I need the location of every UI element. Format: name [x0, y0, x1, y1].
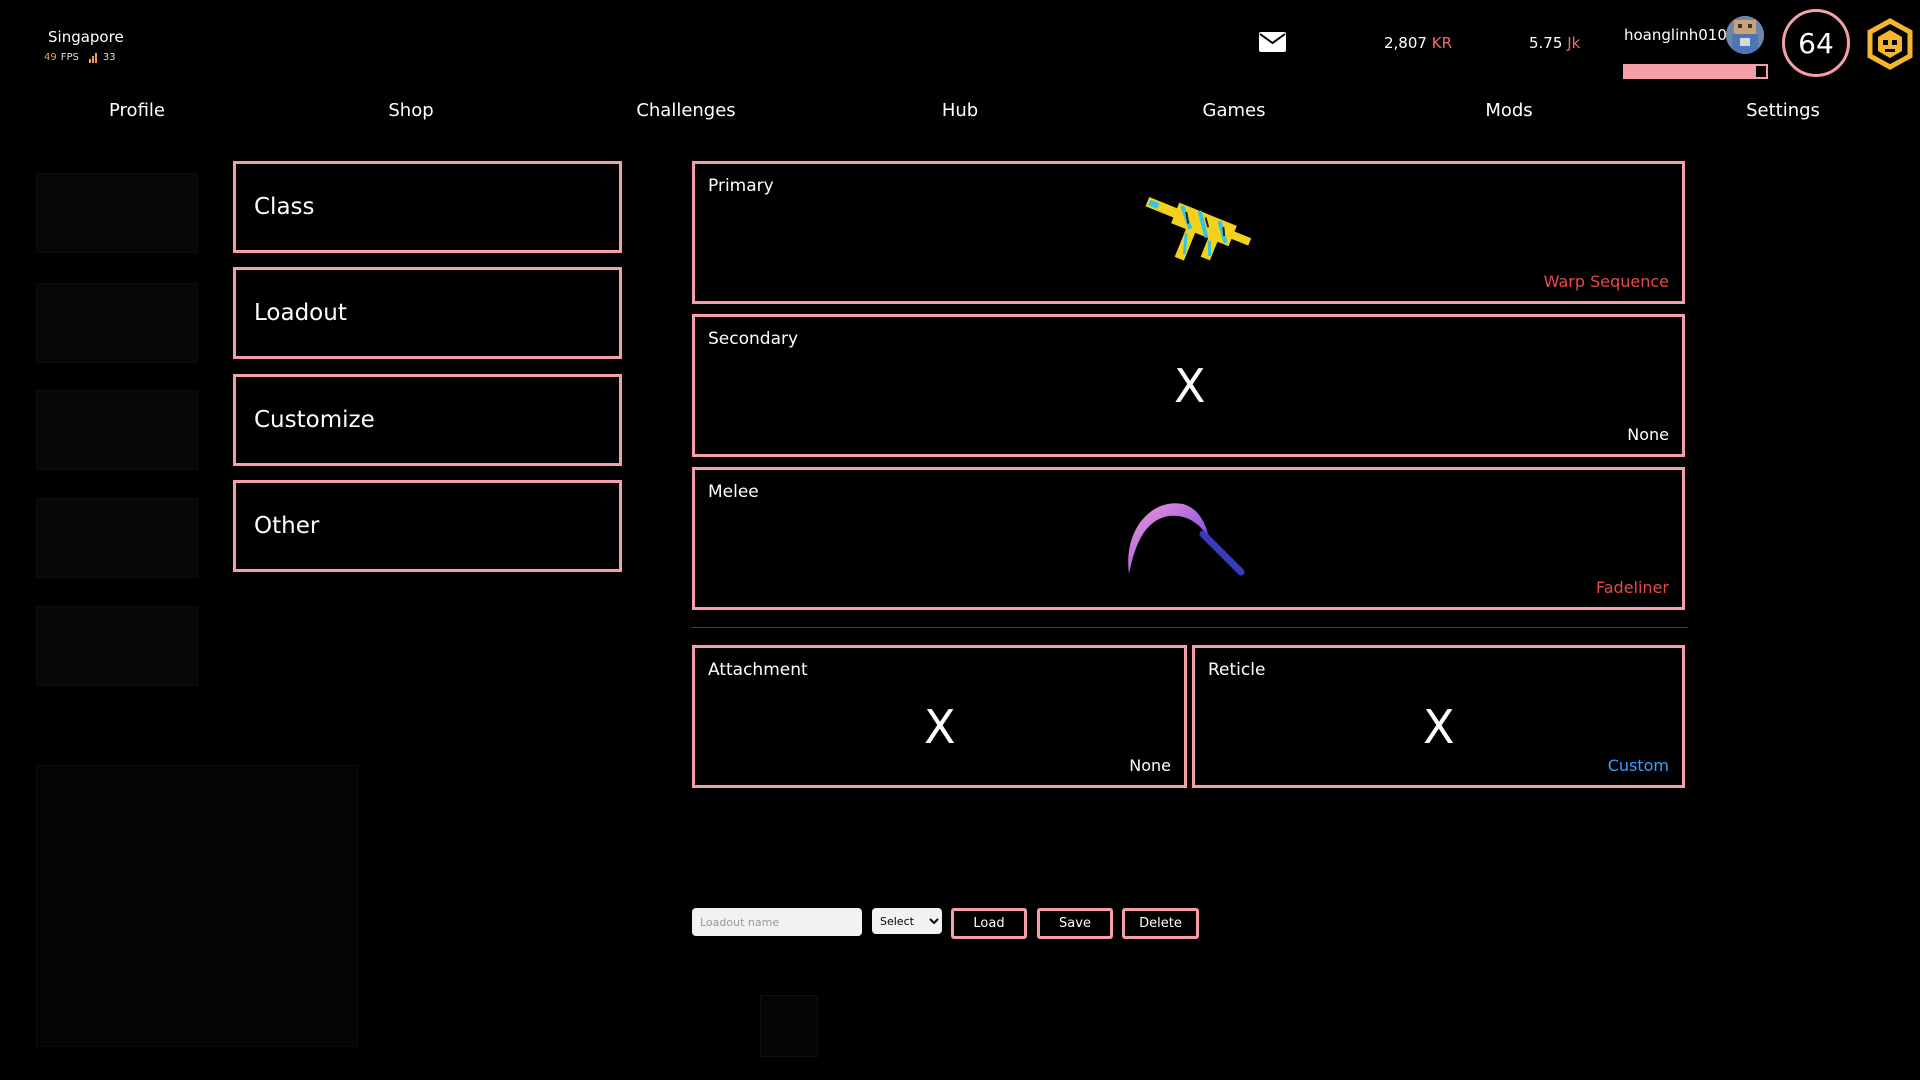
username[interactable]: hoanglinh0109: [1624, 26, 1736, 44]
menu-other[interactable]: Other: [233, 480, 622, 572]
slot-melee-item: Fadeliner: [1596, 578, 1669, 597]
gun-icon: [1145, 196, 1252, 261]
avatar[interactable]: [1726, 16, 1764, 54]
nav-shop[interactable]: Shop: [388, 100, 433, 121]
bg-panel-servers: [36, 283, 198, 363]
slot-attachment[interactable]: Attachment X None: [692, 645, 1187, 788]
slot-reticle-label: Reticle: [1208, 660, 1266, 680]
load-button[interactable]: Load: [951, 908, 1027, 939]
signal-icon: [88, 52, 97, 63]
empty-slot-icon: X: [924, 700, 956, 754]
loadout-name-input[interactable]: [692, 908, 862, 936]
xp-progress-fill: [1625, 66, 1757, 77]
jk-balance: 5.75 Jk: [1529, 34, 1580, 52]
slot-secondary[interactable]: Secondary X None: [692, 314, 1685, 457]
nav-hub[interactable]: Hub: [942, 100, 978, 121]
fps-readout: 49 FPS 33: [44, 52, 116, 63]
bg-panel-join: [36, 606, 198, 686]
kr-unit: KR: [1431, 34, 1452, 52]
xp-progress-bar: [1623, 64, 1768, 79]
bg-chat-panel: [36, 765, 358, 1047]
ping-value: 33: [102, 52, 116, 63]
slot-attachment-label: Attachment: [708, 660, 808, 680]
nav-settings[interactable]: Settings: [1746, 100, 1820, 121]
loadout-select[interactable]: Select: [872, 908, 942, 934]
nav-profile[interactable]: Profile: [109, 100, 165, 121]
mail-icon[interactable]: [1259, 32, 1286, 52]
slot-primary-label: Primary: [708, 176, 774, 196]
kr-balance: 2,807 KR: [1384, 34, 1452, 52]
slot-secondary-item: None: [1627, 425, 1669, 444]
fps-value: 49: [44, 52, 57, 63]
empty-slot-icon: X: [1423, 700, 1455, 754]
scythe-icon: [1128, 503, 1245, 576]
menu-loadout[interactable]: Loadout: [233, 267, 622, 359]
save-button[interactable]: Save: [1037, 908, 1113, 939]
slot-melee[interactable]: Melee Fadeliner: [692, 467, 1685, 610]
menu-customize[interactable]: Customize: [233, 374, 622, 466]
slot-primary[interactable]: Primary Warp Sequence: [692, 161, 1685, 304]
bg-panel-host-game: [36, 173, 198, 253]
slot-attachment-item: None: [1129, 756, 1171, 775]
bg-panel-invite: [36, 498, 198, 578]
slot-reticle-item: Custom: [1607, 756, 1669, 775]
jk-amount: 5.75: [1529, 34, 1563, 52]
nav-challenges[interactable]: Challenges: [636, 100, 735, 121]
nav-games[interactable]: Games: [1203, 100, 1266, 121]
slot-melee-label: Melee: [708, 482, 759, 502]
bg-panel-ranked: [36, 390, 198, 470]
empty-slot-icon: X: [1174, 359, 1206, 413]
region-label: Singapore: [48, 28, 124, 46]
bg-icon: [760, 995, 818, 1057]
menu-class[interactable]: Class: [233, 161, 622, 253]
slot-secondary-label: Secondary: [708, 329, 799, 349]
rank-badge-icon[interactable]: [1864, 18, 1916, 70]
fps-label: FPS: [60, 52, 79, 63]
slot-reticle[interactable]: Reticle X Custom: [1192, 645, 1685, 788]
kr-amount: 2,807: [1384, 34, 1427, 52]
delete-button[interactable]: Delete: [1122, 908, 1199, 939]
slot-primary-item: Warp Sequence: [1543, 272, 1669, 291]
jk-unit: Jk: [1567, 34, 1581, 52]
section-divider: [692, 627, 1688, 628]
level-badge[interactable]: 64: [1782, 9, 1850, 77]
nav-mods[interactable]: Mods: [1485, 100, 1532, 121]
